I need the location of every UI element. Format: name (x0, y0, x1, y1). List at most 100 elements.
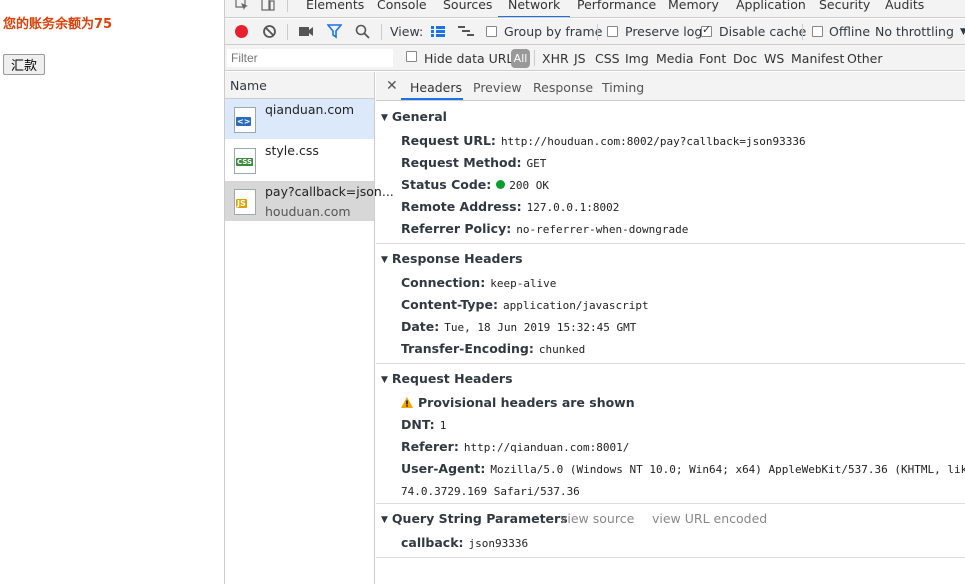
preserve-log-label: Preserve log (625, 24, 703, 39)
hide-data-urls-label: Hide data URLs (424, 51, 520, 66)
filter-type-doc[interactable]: Doc (733, 51, 757, 66)
tab-response[interactable]: Response (533, 80, 593, 95)
filter-type-css[interactable]: CSS (595, 51, 620, 66)
filter-input[interactable] (227, 49, 393, 67)
request-headers-title[interactable]: ▼ Request Headers (381, 371, 513, 386)
transfer-encoding-row: Transfer-Encoding: chunked (401, 341, 586, 356)
request-url-row: Request URL: http://houduan.com:8002/pay?… (401, 133, 806, 148)
filter-type-other[interactable]: Other (847, 51, 883, 66)
tab-performance[interactable]: Performance (577, 0, 656, 17)
request-detail-pane: ✕ Headers Preview Response Timing ▼ Gener… (376, 72, 965, 584)
waterfall-overview-icon[interactable] (458, 25, 474, 38)
record-icon[interactable] (234, 24, 249, 39)
devtools-tab-bar: Elements Console Sources Network Perform… (225, 0, 965, 18)
filter-type-all[interactable]: All (511, 49, 530, 68)
status-code-row: Status Code: 200 OK (401, 177, 550, 192)
separator (597, 24, 598, 40)
request-name: qianduan.com (265, 102, 355, 117)
request-name: pay?callback=json... (265, 184, 394, 199)
tab-elements[interactable]: Elements (306, 0, 364, 17)
filter-type-manifest[interactable]: Manifest (791, 51, 844, 66)
tab-preview[interactable]: Preview (473, 80, 522, 95)
view-url-encoded-link[interactable]: view URL encoded (652, 511, 767, 526)
offline-label: Offline (829, 24, 871, 39)
offline-checkbox[interactable] (812, 26, 823, 37)
screenshot-camera-icon[interactable] (298, 25, 314, 38)
clear-icon[interactable] (262, 24, 277, 39)
css-file-icon: CSS (234, 148, 256, 174)
tab-timing[interactable]: Timing (602, 80, 644, 95)
user-agent-continued: 74.0.3729.169 Safari/537.36 (401, 485, 580, 498)
filter-type-ws[interactable]: WS (764, 51, 784, 66)
remote-address-row: Remote Address: 127.0.0.1:8002 (401, 199, 620, 214)
disable-cache-label: Disable cache (719, 24, 807, 39)
request-name: style.css (265, 143, 319, 158)
status-ok-icon (496, 180, 506, 189)
response-headers-title[interactable]: ▼ Response Headers (381, 251, 523, 266)
view-label: View: (390, 24, 424, 39)
js-file-icon: JS (234, 189, 256, 215)
user-agent-row: User-Agent: Mozilla/5.0 (Windows NT 10.0;… (401, 461, 965, 476)
expand-triangle-icon: ▼ (381, 113, 388, 123)
tab-sources[interactable]: Sources (443, 0, 492, 17)
html-file-icon: <> (234, 107, 256, 133)
dnt-row: DNT: 1 (401, 417, 447, 432)
network-toolbar: View: Group by frame Preserve log Disabl… (225, 19, 965, 45)
separator (381, 24, 382, 40)
detail-tab-bar: ✕ Headers Preview Response Timing (376, 72, 965, 101)
filter-type-js[interactable]: JS (574, 51, 586, 66)
filter-funnel-icon[interactable] (327, 24, 342, 39)
request-headers-section: ▼ Request Headers Provisional headers are… (376, 364, 965, 504)
disable-cache-checkbox[interactable] (701, 23, 712, 37)
large-rows-icon[interactable] (431, 25, 445, 38)
devtools-panel: Elements Console Sources Network Perform… (224, 0, 965, 584)
separator (802, 24, 803, 40)
throttling-select[interactable]: No throttling (875, 24, 954, 40)
chevron-down-icon[interactable]: ▼ (960, 24, 965, 40)
tab-audits[interactable]: Audits (885, 0, 924, 17)
filter-type-xhr[interactable]: XHR (542, 51, 569, 66)
page-content: 您的账务余额为75 汇款 (0, 0, 224, 584)
request-row[interactable]: <> qianduan.com (225, 99, 374, 140)
tab-console[interactable]: Console (377, 0, 427, 17)
request-method-row: Request Method: GET (401, 155, 547, 170)
request-domain: houduan.com (265, 204, 351, 219)
preserve-log-checkbox[interactable] (607, 26, 618, 37)
response-headers-section: ▼ Response Headers Connection: keep-alive … (376, 244, 965, 364)
filter-bar: Hide data URLs All XHR JS CSS Img Media … (225, 45, 965, 71)
active-tab-indicator (401, 98, 463, 100)
filter-type-media[interactable]: Media (656, 51, 694, 66)
inspect-element-icon[interactable] (235, 0, 249, 11)
group-by-frame-label: Group by frame (504, 24, 603, 39)
content-type-row: Content-Type: application/javascript (401, 297, 649, 312)
device-toolbar-icon[interactable] (261, 0, 275, 11)
request-row[interactable]: CSS style.css (225, 140, 374, 181)
filter-type-img[interactable]: Img (625, 51, 649, 66)
expand-triangle-icon: ▼ (381, 515, 388, 525)
group-by-frame-checkbox[interactable] (486, 26, 497, 37)
request-row[interactable]: JS pay?callback=json... houduan.com (225, 181, 394, 222)
search-icon[interactable] (355, 24, 370, 39)
hide-data-urls-checkbox[interactable] (406, 51, 417, 62)
query-params-title[interactable]: ▼ Query String Parameters (381, 511, 568, 526)
filter-type-font[interactable]: Font (699, 51, 726, 66)
referrer-policy-row: Referrer Policy: no-referrer-when-downgra… (401, 221, 689, 236)
name-column-header[interactable]: Name (225, 72, 374, 99)
warning-icon (401, 397, 413, 408)
tab-network[interactable]: Network (498, 0, 571, 17)
tab-security[interactable]: Security (819, 0, 870, 17)
request-list: Name <> qianduan.com CSS style.css JS pa… (225, 72, 394, 584)
tab-headers[interactable]: Headers (410, 80, 462, 95)
tab-application[interactable]: Application (736, 0, 806, 17)
remit-button[interactable]: 汇款 (3, 54, 46, 75)
connection-row: Connection: keep-alive (401, 275, 557, 290)
close-icon[interactable]: ✕ (386, 78, 398, 94)
expand-triangle-icon: ▼ (381, 375, 388, 385)
date-row: Date: Tue, 18 Jun 2019 15:32:45 GMT (401, 319, 637, 334)
query-params-section: ▼ Query String Parameters view source vie… (376, 504, 965, 558)
tab-memory[interactable]: Memory (668, 0, 719, 17)
separator (287, 24, 288, 40)
balance-text: 您的账务余额为75 (3, 17, 113, 32)
general-section-title[interactable]: ▼ General (381, 109, 447, 124)
view-source-link[interactable]: view source (560, 511, 634, 526)
